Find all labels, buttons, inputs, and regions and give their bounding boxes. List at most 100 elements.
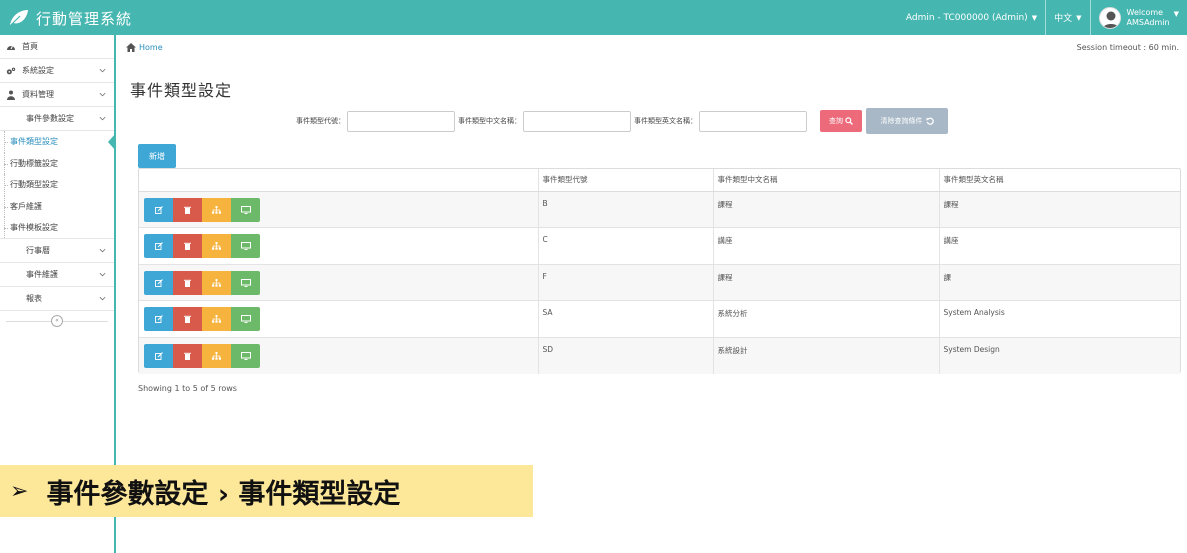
hierarchy-button[interactable] [202, 270, 231, 295]
breadcrumb-home[interactable]: Home [139, 43, 163, 52]
sidebar-item-label: 事件參數設定 [26, 114, 74, 123]
caret-down-icon: ▼ [1076, 13, 1082, 22]
sidebar-item-label: 事件類型設定 [10, 137, 58, 147]
row-actions [139, 227, 538, 265]
delete-button[interactable] [173, 307, 202, 331]
sidebar-group-event-params[interactable]: 事件參數設定 [0, 107, 114, 131]
table-row: F 課程課 [139, 264, 1180, 301]
delete-button[interactable] [173, 270, 202, 295]
edit-button[interactable] [144, 234, 173, 258]
table-row: SA 系統分析 System Analysis [139, 300, 1180, 338]
code-filter-label: 事件類型代號： [296, 117, 345, 125]
sitemap-icon [6, 90, 16, 100]
username: AMSAdmin [1126, 17, 1170, 27]
sitemap-icon [212, 351, 221, 360]
sidebar-item-data-management[interactable]: 資料管理 [0, 83, 114, 107]
hierarchy-button[interactable] [202, 343, 231, 368]
sidebar-item-action-type-settings[interactable]: 行動類型設定 [0, 174, 114, 196]
cell-zh-name: 課程 [712, 264, 939, 301]
breadcrumb[interactable]: Home [126, 43, 163, 52]
clear-button-label: 清除查詢條件 [880, 118, 923, 125]
sidebar-item-action-tag-settings[interactable]: 行動標籤設定 [0, 152, 114, 175]
sidebar-item-system-settings[interactable]: 系統設定 [0, 59, 114, 83]
chevron-down-icon [99, 68, 106, 73]
edit-icon [154, 315, 163, 323]
edit-button[interactable] [144, 343, 173, 368]
sidebar-item-calendar[interactable]: 行事曆 [0, 239, 114, 263]
row-actions [139, 191, 538, 228]
language-dropdown[interactable]: 中文 ▼ [1045, 0, 1089, 35]
row-actions [139, 337, 538, 374]
preview-button[interactable] [231, 343, 260, 368]
edit-icon [154, 278, 163, 287]
en-name-filter-label: 事件類型英文名稱： [634, 117, 697, 125]
edit-button[interactable] [144, 307, 173, 331]
edit-button[interactable] [144, 270, 173, 295]
welcome-text: Welcome [1126, 7, 1164, 17]
collapse-sidebar-icon[interactable]: « [51, 314, 63, 327]
brand[interactable]: 行動管理系統 [8, 7, 132, 29]
clear-filters-button[interactable]: 清除查詢條件 [866, 108, 948, 134]
search-icon [845, 117, 853, 125]
event-type-table: 事件類型代號 事件類型中文名稱 事件類型英文名稱 B 課程 課程 C 講座 講座 F 課程課 S… [138, 168, 1181, 374]
trash-icon [184, 352, 191, 360]
add-button[interactable]: 新增 [138, 144, 176, 168]
chevron-down-icon [99, 296, 106, 300]
sidebar-item-event-maintenance[interactable]: 事件維護 [0, 263, 114, 287]
preview-button[interactable] [231, 234, 260, 258]
preview-button[interactable] [231, 197, 260, 222]
zh-name-filter-label: 事件類型中文名稱： [458, 117, 521, 125]
sidebar-item-event-template-settings[interactable]: 事件模板設定 [0, 217, 114, 239]
sidebar-item-label: 客戶維護 [10, 201, 42, 211]
code-filter-input[interactable] [347, 110, 455, 132]
sidebar-item-label: 資料管理 [22, 90, 54, 99]
cell-zh-name: 課程 [712, 191, 939, 228]
sidebar-item-event-type-settings[interactable]: 事件類型設定 [0, 131, 116, 153]
delete-button[interactable] [173, 197, 202, 222]
trash-icon [184, 242, 191, 250]
cell-zh-name: 系統分析 [712, 300, 939, 338]
cell-en-name: 課 [938, 264, 1180, 301]
user-silhouette-icon [1102, 11, 1119, 28]
cell-code: C [537, 227, 713, 265]
en-name-filter-input[interactable] [699, 110, 807, 132]
caret-down-icon: ▼ [1173, 9, 1179, 18]
delete-button[interactable] [173, 234, 202, 258]
sidebar-item-home[interactable]: 首頁 [0, 35, 114, 59]
account-dropdown[interactable]: Welcome AMSAdmin ▼ [1089, 0, 1187, 35]
sidebar-item-reports[interactable]: 報表 [0, 287, 114, 311]
sidebar-item-label: 系統設定 [22, 66, 54, 75]
session-timeout: Session timeout : 60 min. [1076, 43, 1179, 52]
slide-caption: ➢ 事件參數設定 › 事件類型設定 [0, 465, 533, 517]
user-role-dropdown[interactable]: Admin - TC000000 (Admin) ▼ [898, 0, 1045, 35]
preview-button[interactable] [231, 270, 260, 295]
brand-title: 行動管理系統 [36, 9, 133, 28]
hierarchy-button[interactable] [202, 197, 231, 222]
table-header-row: 事件類型代號 事件類型中文名稱 事件類型英文名稱 [139, 169, 1180, 192]
cell-zh-name: 講座 [712, 227, 939, 265]
hierarchy-button[interactable] [202, 307, 231, 331]
sidebar-item-customer-maintenance[interactable]: 客戶維護 [0, 195, 114, 218]
trash-icon [184, 279, 191, 287]
preview-button[interactable] [231, 307, 260, 331]
row-actions [139, 300, 538, 338]
sidebar-item-label: 行動標籤設定 [10, 158, 58, 168]
edit-icon [154, 242, 163, 250]
top-navbar: 行動管理系統 Admin - TC000000 (Admin) ▼ 中文 ▼ W… [0, 0, 1187, 35]
edit-button[interactable] [144, 197, 173, 222]
sidebar-item-label: 報表 [26, 293, 42, 303]
delete-button[interactable] [173, 343, 202, 368]
cell-code: SD [537, 337, 713, 374]
column-header-zh-name[interactable]: 事件類型中文名稱 [712, 169, 939, 192]
search-button[interactable]: 查詢 [820, 110, 862, 132]
page-title: 事件類型設定 [130, 81, 233, 100]
filter-bar: 事件類型代號： 事件類型中文名稱： 事件類型英文名稱： 查詢 清除查詢條件 [296, 108, 948, 134]
zh-name-filter-input[interactable] [523, 110, 631, 132]
column-header-code[interactable]: 事件類型代號 [537, 169, 713, 192]
column-header-en-name[interactable]: 事件類型英文名稱 [938, 169, 1180, 192]
sitemap-icon [212, 242, 221, 250]
hierarchy-button[interactable] [202, 234, 231, 258]
caret-down-icon: ▼ [1031, 13, 1038, 22]
cell-code: SA [537, 300, 713, 338]
cell-code: B [537, 191, 713, 228]
